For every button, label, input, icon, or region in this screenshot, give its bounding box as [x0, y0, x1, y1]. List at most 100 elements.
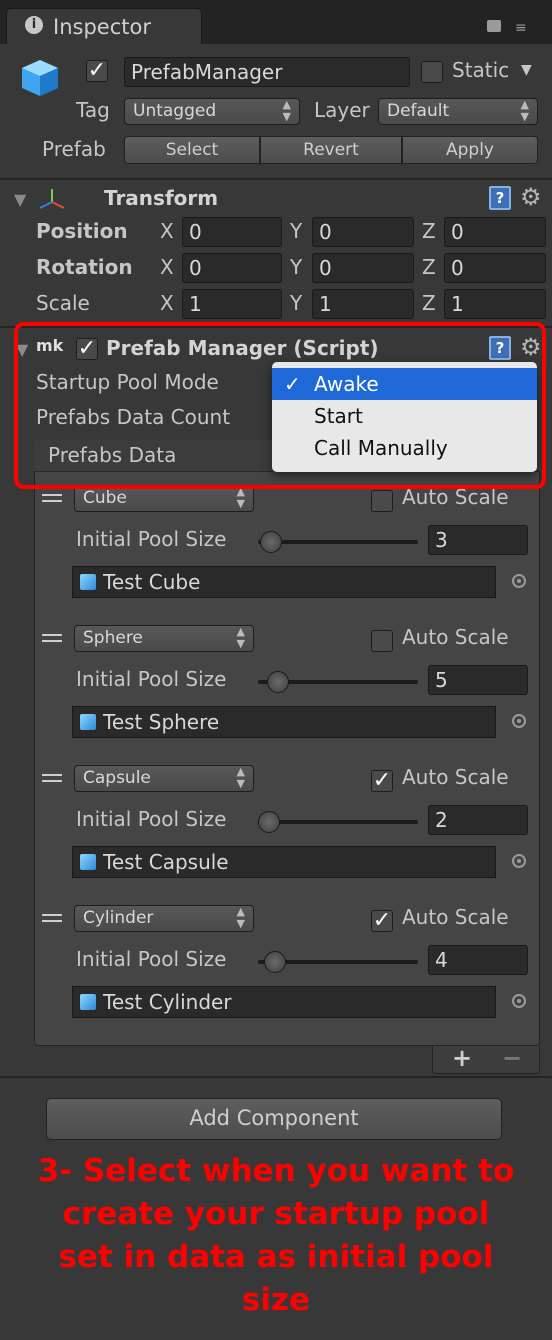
auto-scale-label: Auto Scale	[402, 905, 509, 929]
foldout-arrow-icon[interactable]: ▼	[14, 190, 26, 209]
rotation-label: Rotation	[36, 255, 133, 279]
entry-type-popup[interactable]: Sphere ▲ ▼	[74, 625, 254, 652]
gear-icon[interactable]: ⚙	[520, 333, 542, 361]
menu-icon[interactable]: ≡	[515, 21, 527, 35]
divider	[0, 178, 552, 180]
prefab-apply-button[interactable]: Apply	[402, 136, 538, 164]
divider	[0, 1076, 552, 1078]
rotation-x-field[interactable]: 0	[182, 253, 282, 283]
auto-scale-label: Auto Scale	[402, 625, 509, 649]
initial-pool-size-label: Initial Pool Size	[76, 667, 227, 691]
scale-z-field[interactable]: 1	[444, 289, 546, 319]
popup-arrows-icon: ▲ ▼	[236, 905, 245, 930]
object-picker-icon[interactable]	[512, 854, 526, 868]
dropdown-option-label: Start	[314, 404, 363, 428]
layer-label: Layer	[314, 98, 370, 122]
list-title: Prefabs Data	[48, 443, 177, 467]
active-checkbox[interactable]: ✓	[86, 60, 108, 82]
caption-line-4: size	[241, 1282, 311, 1318]
prefab-object-field[interactable]: Test Cube	[72, 566, 496, 598]
transform-icon	[38, 186, 66, 214]
dropdown-option-call-manually[interactable]: Call Manually	[272, 432, 537, 464]
layer-popup[interactable]: Default ▲ ▼	[378, 98, 538, 125]
popup-arrows-icon: ▲ ▼	[236, 485, 245, 510]
auto-scale-checkbox[interactable]: ✓	[371, 770, 393, 792]
entry-type-popup[interactable]: Cylinder ▲ ▼	[74, 905, 254, 932]
position-y-field[interactable]: 0	[312, 217, 414, 247]
auto-scale-label: Auto Scale	[402, 485, 509, 509]
entry-type-value: Sphere	[83, 628, 143, 648]
add-component-button[interactable]: Add Component	[46, 1098, 502, 1140]
caption-line-2: create your startup pool	[62, 1196, 490, 1232]
tag-popup[interactable]: Untagged ▲ ▼	[124, 98, 300, 125]
foldout-arrow-icon[interactable]: ▼	[16, 340, 28, 359]
object-name-field[interactable]: PrefabManager	[124, 57, 410, 87]
pool-size-field[interactable]: 2	[428, 805, 528, 835]
script-enabled-checkbox[interactable]: ✓	[76, 338, 98, 360]
prefab-object-field[interactable]: Test Sphere	[72, 706, 496, 738]
pool-size-slider-knob[interactable]	[258, 811, 280, 833]
prefab-object-name: Test Sphere	[103, 710, 220, 734]
static-checkbox[interactable]	[421, 61, 443, 83]
prefab-select-button[interactable]: Select	[124, 136, 260, 164]
pool-size-field[interactable]: 3	[428, 525, 528, 555]
drag-handle-icon[interactable]	[42, 634, 62, 642]
help-icon[interactable]: ?	[489, 186, 511, 210]
object-picker-icon[interactable]	[512, 714, 526, 728]
pool-size-slider-track[interactable]	[258, 540, 418, 544]
popup-arrows-icon: ▲ ▼	[520, 98, 529, 123]
pool-size-slider-track[interactable]	[258, 820, 418, 824]
pool-size-field[interactable]: 4	[428, 945, 528, 975]
pool-size-field[interactable]: 5	[428, 665, 528, 695]
dropdown-option-label: Awake	[314, 372, 379, 396]
inspector-tab[interactable]: i Inspector	[6, 8, 202, 44]
object-picker-icon[interactable]	[512, 994, 526, 1008]
axis-label-z: Z	[422, 219, 436, 243]
script-icon: mk	[36, 336, 64, 355]
entry-type-value: Cube	[83, 488, 127, 508]
checkmark-icon: ✓	[284, 372, 301, 396]
scale-y-field[interactable]: 1	[312, 289, 414, 319]
pool-size-slider-knob[interactable]	[260, 531, 282, 553]
pool-size-slider-knob[interactable]	[264, 951, 286, 973]
position-z-field[interactable]: 0	[444, 217, 546, 247]
gameobject-icon	[18, 56, 62, 100]
dropdown-option-label: Call Manually	[314, 436, 448, 460]
auto-scale-checkbox[interactable]	[371, 490, 393, 512]
rotation-y-field[interactable]: 0	[312, 253, 414, 283]
divider	[0, 326, 552, 328]
position-label: Position	[36, 219, 128, 243]
lock-icon[interactable]	[487, 20, 501, 32]
add-element-button[interactable]: +	[452, 1044, 472, 1072]
prefabs-data-count-label: Prefabs Data Count	[36, 405, 231, 429]
prefab-revert-button[interactable]: Revert	[260, 136, 402, 164]
prefab-object-field[interactable]: Test Cylinder	[72, 986, 496, 1018]
drag-handle-icon[interactable]	[42, 914, 62, 922]
auto-scale-checkbox[interactable]: ✓	[371, 910, 393, 932]
scale-label: Scale	[36, 291, 90, 315]
gear-icon[interactable]: ⚙	[520, 183, 542, 211]
entry-type-popup[interactable]: Cube ▲ ▼	[74, 485, 254, 512]
auto-scale-checkbox[interactable]	[371, 630, 393, 652]
help-icon[interactable]: ?	[489, 336, 511, 360]
entry-type-popup[interactable]: Capsule ▲ ▼	[74, 765, 254, 792]
auto-scale-label: Auto Scale	[402, 765, 509, 789]
object-picker-icon[interactable]	[512, 574, 526, 588]
dropdown-option-start[interactable]: Start	[272, 400, 537, 432]
initial-pool-size-label: Initial Pool Size	[76, 947, 227, 971]
scale-x-field[interactable]: 1	[182, 289, 282, 319]
position-x-field[interactable]: 0	[182, 217, 282, 247]
remove-element-button[interactable]: −	[502, 1044, 522, 1072]
static-dropdown-icon[interactable]: ▼	[521, 62, 532, 78]
drag-handle-icon[interactable]	[42, 774, 62, 782]
popup-arrows-icon: ▲ ▼	[282, 98, 291, 123]
rotation-z-field[interactable]: 0	[444, 253, 546, 283]
caption-line-1: 3- Select when you want to	[37, 1153, 515, 1189]
axis-label-y: Y	[290, 291, 303, 315]
drag-handle-icon[interactable]	[42, 494, 62, 502]
dropdown-option-awake[interactable]: ✓ Awake	[272, 368, 537, 400]
pool-size-slider-knob[interactable]	[267, 671, 289, 693]
prefab-object-field[interactable]: Test Capsule	[72, 846, 496, 878]
axis-label-x: X	[160, 255, 174, 279]
tab-title: Inspector	[53, 15, 151, 39]
